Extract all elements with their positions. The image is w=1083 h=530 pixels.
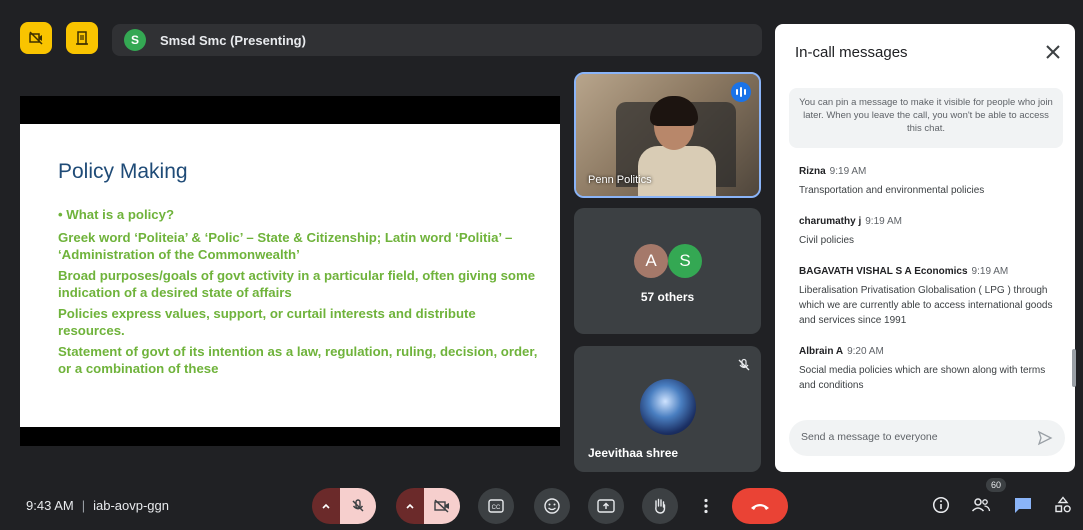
chat-message: Rizna 9:19 AM Transportation and environm… [799,166,1057,198]
people-icon [971,498,991,512]
slide-bullet: Statement of govt of its intention as a … [58,344,538,376]
message-sender: BAGAVATH VISHAL S A Economics [799,266,968,277]
chat-message: BAGAVATH VISHAL S A Economics 9:19 AM Lib… [799,266,1057,328]
separator: | [81,498,86,513]
mic-off-icon [352,499,364,512]
others-tile[interactable]: A S 57 others [574,208,761,334]
others-count: 57 others [640,290,695,304]
message-time: 9:19 AM [971,266,1009,277]
top-bar: S Smsd Smc (Presenting) [0,0,770,70]
message-input-placeholder: Send a message to everyone [801,431,938,443]
mic-toggle-button[interactable] [340,488,376,524]
message-input[interactable]: Send a message to everyone [789,420,1065,456]
people-button[interactable] [970,494,992,516]
meeting-code: iab-aovp-ggn [93,498,169,513]
chat-panel: In-call messages You can pin a message t… [775,24,1076,472]
slide-bullet: • What is a policy? [58,207,174,222]
message-sender: Albrain A [799,346,844,357]
speaker-name: Penn Politics [588,174,652,186]
raise-hand-icon [655,498,666,514]
participant-name: Jeevithaa shree [588,446,679,460]
meeting-info-button[interactable] [930,494,952,516]
slide-body: • What is a policy? Greek word ‘Politeia… [58,206,538,381]
presenter-avatar: S [124,29,146,51]
message-header: charumathy j 9:19 AM [799,216,1057,227]
chat-button[interactable] [1012,494,1034,516]
meeting-details: 9:43 AM | iab-aovp-ggn [26,498,169,513]
chat-icon [1015,498,1031,513]
message-time: 9:20 AM [847,346,884,357]
captions-icon: CC [488,499,504,513]
participant-avatar: S [668,244,702,278]
chat-message: Albrain A 9:20 AM Social media policies w… [799,346,1057,393]
more-icon [704,498,708,514]
message-header: Rizna 9:19 AM [799,166,1057,177]
speaking-indicator-icon [731,82,751,102]
pin-button[interactable] [66,22,98,54]
slide-bullet: Greek word ‘Politeia’ & ‘Polic’ – State … [58,230,513,262]
bottom-bar: 9:43 AM | iab-aovp-ggn CC [0,480,1083,530]
presenting-banner[interactable]: S Smsd Smc (Presenting) [112,24,762,56]
message-header: BAGAVATH VISHAL S A Economics 9:19 AM [799,266,1057,277]
mic-off-icon [738,358,750,371]
close-icon[interactable] [1043,42,1063,62]
camera-off-icon [434,499,449,513]
chat-message: charumathy j 9:19 AM Civil policies [799,216,1057,248]
end-call-button[interactable] [732,488,788,524]
svg-text:CC: CC [492,505,501,511]
chevron-up-icon [406,503,414,509]
audio-options-button[interactable] [312,488,340,524]
captions-button[interactable]: CC [478,488,514,524]
camera-feed-person [638,146,716,196]
message-text: Transportation and environmental policie… [799,185,985,196]
participant-tile[interactable]: Jeevithaa shree [574,346,761,472]
activities-button[interactable] [1052,494,1074,516]
speaker-tile[interactable]: Penn Politics [574,72,761,198]
participants-count-badge: 60 [986,478,1006,492]
message-header: Albrain A 9:20 AM [799,346,1057,357]
raise-hand-button[interactable] [642,488,678,524]
slide-bullet: Policies express values, support, or cur… [58,306,476,338]
participant-avatar: A [634,244,668,278]
message-time: 9:19 AM [829,166,867,177]
present-button[interactable] [588,488,624,524]
shared-screen: Policy Making • What is a policy? Greek … [20,96,560,446]
message-sender: charumathy j [799,216,862,227]
emoji-button[interactable] [534,488,570,524]
message-text: Liberalisation Privatisation Globalisati… [799,285,1053,326]
info-icon [932,496,950,514]
more-options-button[interactable] [694,488,718,524]
chevron-up-icon [322,503,330,509]
presentation-slide: Policy Making • What is a policy? Greek … [20,124,560,427]
participant-avatar [640,379,696,435]
message-time: 9:19 AM [865,216,902,227]
message-list: Rizna 9:19 AM Transportation and environm… [799,166,1057,411]
camera-toggle-button[interactable] [424,488,460,524]
hide-self-view-button[interactable] [20,22,52,54]
activities-icon [1055,496,1071,513]
slide-bullet: Broad purposes/goals of govt activity in… [58,268,536,300]
panel-title: In-call messages [795,44,908,61]
pin-note: You can pin a message to make it visible… [789,88,1063,148]
slide-title: Policy Making [58,160,188,183]
present-icon [597,499,615,513]
emoji-icon [544,498,560,514]
message-text: Social media policies which are shown al… [799,365,1046,391]
video-options-button[interactable] [396,488,424,524]
no-camera-icon [29,31,43,45]
message-sender: Rizna [799,166,826,177]
send-icon[interactable] [1037,430,1053,446]
clock-time: 9:43 AM [26,498,74,513]
building-icon [76,31,88,45]
presenter-label: Smsd Smc (Presenting) [160,32,306,48]
message-text: Civil policies [799,235,855,246]
end-call-icon [751,504,769,510]
scrollbar[interactable] [1072,349,1076,387]
